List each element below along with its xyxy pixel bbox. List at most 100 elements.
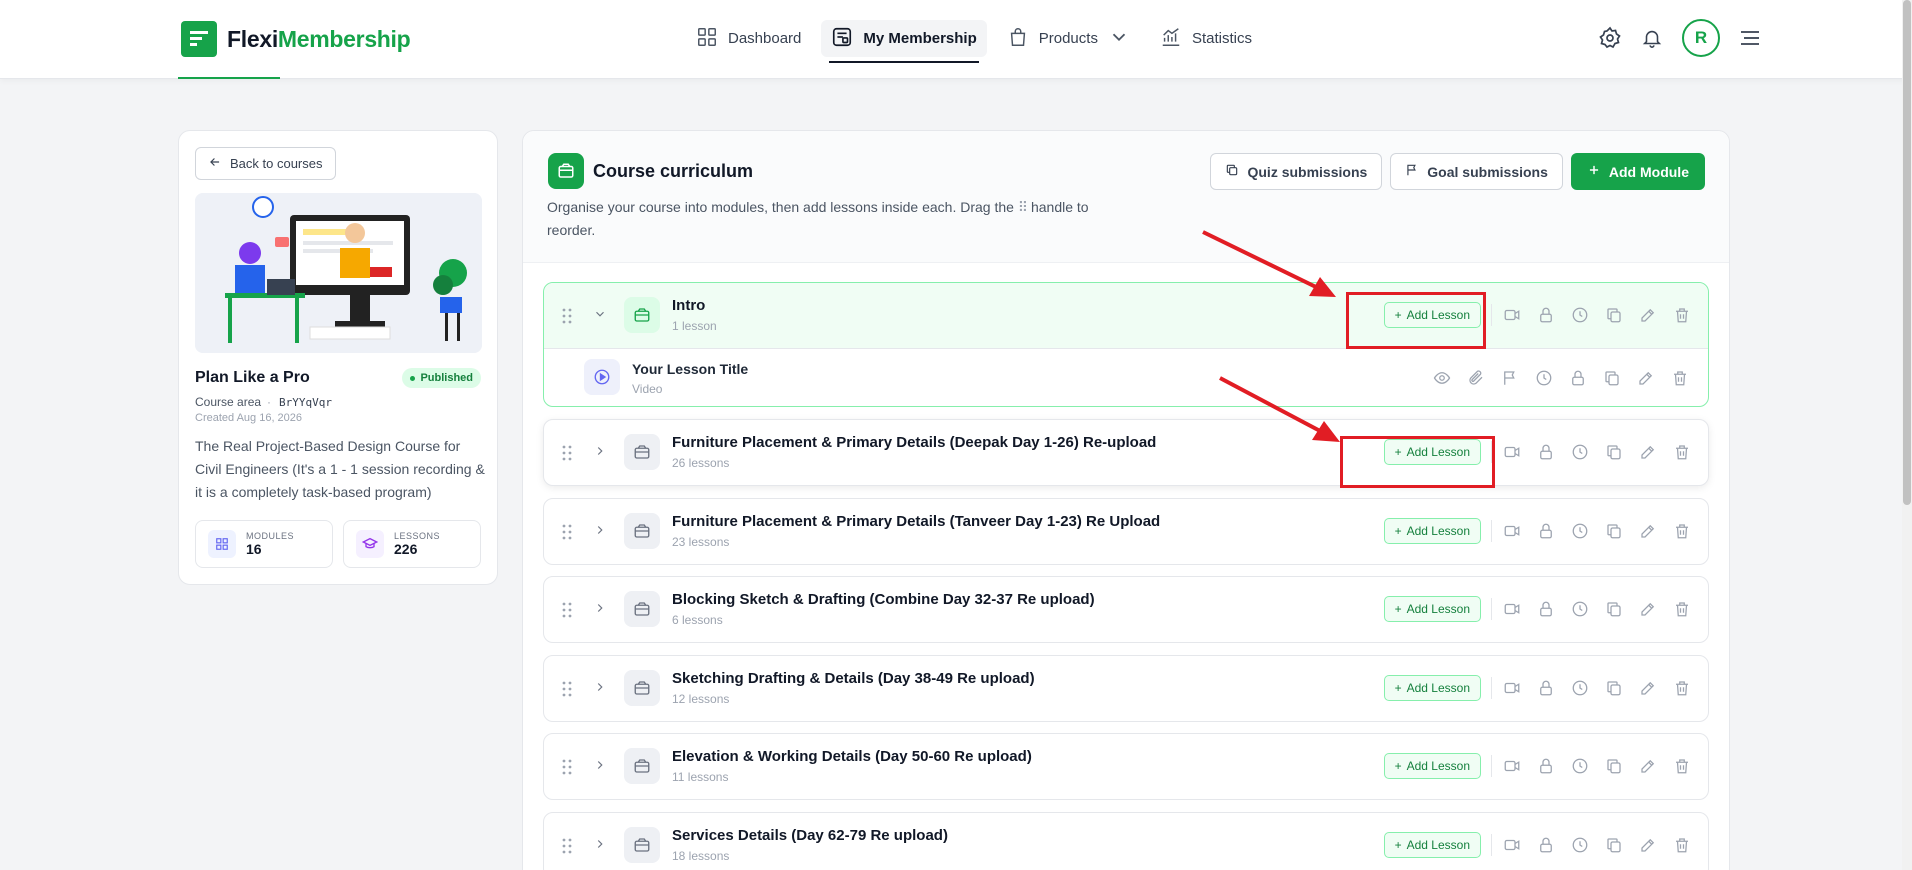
add-lesson-label: Add Lesson [1406, 681, 1470, 695]
trash-icon[interactable] [1672, 305, 1692, 325]
edit-icon[interactable] [1638, 756, 1658, 776]
drag-handle-icon[interactable] [562, 681, 572, 702]
drag-handle-icon[interactable] [562, 759, 572, 780]
brand-logo-link[interactable]: FlexiMembership [181, 21, 411, 57]
clock-icon[interactable] [1570, 442, 1590, 462]
module-actions: + Add Lesson [1383, 753, 1692, 779]
clock-icon[interactable] [1534, 368, 1554, 388]
add-lesson-button[interactable]: + Add Lesson [1383, 675, 1481, 701]
drag-handle-icon[interactable] [562, 308, 572, 329]
lock-icon[interactable] [1536, 521, 1556, 541]
drag-handle-icon[interactable] [562, 838, 572, 859]
lock-icon[interactable] [1568, 368, 1588, 388]
chevron-right-icon[interactable] [593, 601, 607, 620]
flag-icon[interactable] [1500, 368, 1520, 388]
duplicate-icon[interactable] [1604, 305, 1624, 325]
duplicate-icon[interactable] [1604, 756, 1624, 776]
clock-icon[interactable] [1570, 521, 1590, 541]
nav-my-membership[interactable]: My Membership [821, 20, 987, 63]
video-icon[interactable] [1502, 756, 1522, 776]
video-icon[interactable] [1502, 305, 1522, 325]
duplicate-icon[interactable] [1604, 521, 1624, 541]
module-row[interactable]: Elevation & Working Details (Day 50-60 R… [544, 734, 1708, 799]
edit-icon[interactable] [1636, 368, 1656, 388]
lock-icon[interactable] [1536, 678, 1556, 698]
trash-icon[interactable] [1672, 756, 1692, 776]
user-avatar[interactable]: R [1682, 19, 1720, 57]
clock-icon[interactable] [1570, 835, 1590, 855]
module-row[interactable]: Sketching Drafting & Details (Day 38-49 … [544, 656, 1708, 721]
drag-handle-icon[interactable] [562, 524, 572, 545]
trash-icon[interactable] [1672, 835, 1692, 855]
settings-gear-icon[interactable] [1598, 26, 1622, 50]
goal-submissions-button[interactable]: Goal submissions [1390, 153, 1563, 190]
back-to-courses-button[interactable]: Back to courses [195, 147, 336, 180]
duplicate-icon[interactable] [1604, 599, 1624, 619]
module-row[interactable]: Furniture Placement & Primary Details (T… [544, 499, 1708, 564]
lock-icon[interactable] [1536, 305, 1556, 325]
scrollbar-thumb[interactable] [1903, 0, 1911, 505]
lesson-row[interactable]: Your Lesson Title Video [544, 348, 1708, 406]
drag-handle-icon[interactable] [562, 445, 572, 466]
module-row[interactable]: Furniture Placement & Primary Details (D… [544, 420, 1708, 485]
video-icon[interactable] [1502, 678, 1522, 698]
lock-icon[interactable] [1536, 756, 1556, 776]
status-dot-icon [410, 375, 416, 381]
trash-icon[interactable] [1672, 442, 1692, 462]
duplicate-icon[interactable] [1604, 442, 1624, 462]
nav-dashboard[interactable]: Dashboard [686, 20, 811, 57]
clock-icon[interactable] [1570, 599, 1590, 619]
add-lesson-button[interactable]: + Add Lesson [1383, 832, 1481, 858]
clock-icon[interactable] [1570, 305, 1590, 325]
chevron-right-icon[interactable] [593, 523, 607, 542]
module-row[interactable]: Blocking Sketch & Drafting (Combine Day … [544, 577, 1708, 642]
clock-icon[interactable] [1570, 678, 1590, 698]
edit-icon[interactable] [1638, 599, 1658, 619]
eye-icon[interactable] [1432, 368, 1452, 388]
duplicate-icon[interactable] [1604, 678, 1624, 698]
chevron-right-icon[interactable] [593, 444, 607, 463]
module-row[interactable]: Intro 1 lesson + Add Lesson [544, 283, 1708, 348]
add-lesson-button[interactable]: + Add Lesson [1383, 596, 1481, 622]
module-title: Services Details (Day 62-79 Re upload) [672, 827, 948, 844]
module-row[interactable]: Services Details (Day 62-79 Re upload) 1… [544, 813, 1708, 870]
lock-icon[interactable] [1536, 835, 1556, 855]
trash-icon[interactable] [1672, 678, 1692, 698]
lesson-actions [1432, 368, 1690, 388]
edit-icon[interactable] [1638, 678, 1658, 698]
chevron-right-icon[interactable] [593, 758, 607, 777]
video-icon[interactable] [1502, 835, 1522, 855]
add-module-button[interactable]: Add Module [1570, 153, 1705, 190]
module-box-icon [624, 827, 660, 863]
nav-statistics[interactable]: Statistics [1150, 20, 1262, 57]
trash-icon[interactable] [1672, 599, 1692, 619]
trash-icon[interactable] [1672, 521, 1692, 541]
notification-bell-icon[interactable] [1640, 26, 1664, 50]
clock-icon[interactable] [1570, 756, 1590, 776]
video-icon[interactable] [1502, 599, 1522, 619]
video-icon[interactable] [1502, 521, 1522, 541]
module-card: Sketching Drafting & Details (Day 38-49 … [543, 655, 1709, 722]
video-icon[interactable] [1502, 442, 1522, 462]
page-scrollbar[interactable] [1902, 0, 1912, 870]
lock-icon[interactable] [1536, 599, 1556, 619]
add-lesson-button[interactable]: + Add Lesson [1383, 753, 1481, 779]
lock-icon[interactable] [1536, 442, 1556, 462]
drag-handle-icon[interactable] [562, 602, 572, 623]
chevron-right-icon[interactable] [593, 680, 607, 699]
duplicate-icon[interactable] [1604, 835, 1624, 855]
chevron-right-icon[interactable] [593, 837, 607, 856]
edit-icon[interactable] [1638, 442, 1658, 462]
edit-icon[interactable] [1638, 521, 1658, 541]
menu-icon[interactable] [1738, 26, 1762, 50]
chevron-down-icon[interactable] [593, 307, 607, 326]
edit-icon[interactable] [1638, 835, 1658, 855]
module-lesson-count: 11 lessons [672, 770, 729, 784]
trash-icon[interactable] [1670, 368, 1690, 388]
add-lesson-button[interactable]: + Add Lesson [1383, 518, 1481, 544]
paperclip-icon[interactable] [1466, 368, 1486, 388]
quiz-submissions-button[interactable]: Quiz submissions [1210, 153, 1383, 190]
duplicate-icon[interactable] [1602, 368, 1622, 388]
nav-products[interactable]: Products [997, 20, 1140, 57]
edit-icon[interactable] [1638, 305, 1658, 325]
